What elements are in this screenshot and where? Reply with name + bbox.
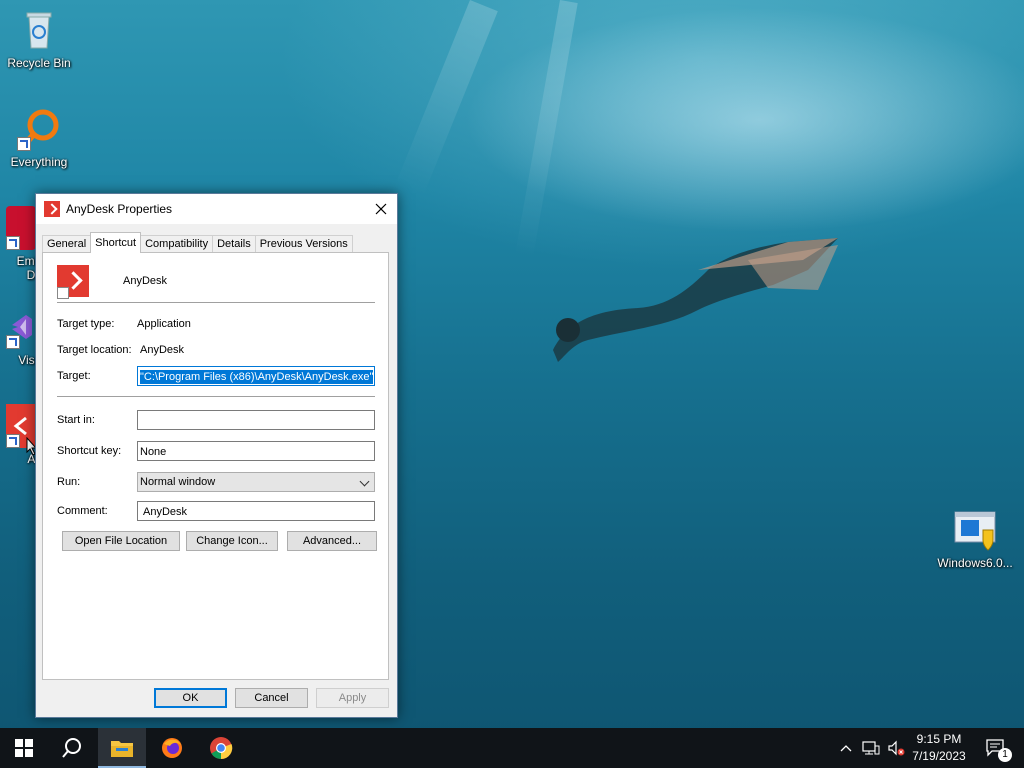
shortcut-arrow-icon (17, 137, 31, 151)
target-location-label: Target location: (57, 344, 132, 356)
network-button[interactable] (858, 728, 884, 768)
apply-button[interactable]: Apply (316, 688, 389, 708)
windows-logo-icon (15, 739, 33, 757)
tab-strip: General Shortcut Compatibility Details P… (42, 232, 353, 253)
chrome-icon (210, 737, 233, 760)
taskbar-file-explorer[interactable] (98, 728, 146, 768)
start-button[interactable] (0, 728, 48, 768)
divider (57, 396, 375, 397)
advanced-button[interactable]: Advanced... (287, 531, 377, 551)
wallpaper-diver (553, 238, 838, 362)
comment-label: Comment: (57, 505, 108, 517)
tab-details[interactable]: Details (212, 235, 256, 253)
visual-studio-icon (0, 305, 36, 349)
dialog-title: AnyDesk Properties (66, 202, 173, 216)
desktop-icon-label: Windows6.0... (937, 556, 1013, 570)
shortcut-arrow-icon (57, 287, 69, 299)
tab-shortcut[interactable]: Shortcut (90, 232, 142, 253)
taskbar: 9:15 PM 7/19/2023 1 (0, 728, 1024, 768)
dialog-titlebar[interactable]: AnyDesk Properties (36, 194, 397, 224)
start-in-label: Start in: (57, 414, 95, 426)
chevron-up-icon (840, 745, 852, 752)
desktop-icon-recycle-bin[interactable]: Recycle Bin (1, 8, 77, 70)
network-icon (862, 741, 880, 755)
shortcut-arrow-icon (6, 335, 20, 349)
windows-update-package-icon (953, 508, 997, 552)
light-ray (514, 0, 578, 260)
action-center-button[interactable]: 1 (976, 728, 1016, 768)
chevron-down-icon (359, 476, 370, 487)
target-field-value: "C:\Program Files (x86)\AnyDesk\AnyDesk.… (140, 370, 374, 384)
clock-time: 9:15 PM (916, 732, 962, 746)
shortcut-key-field[interactable]: None (137, 441, 375, 461)
desktop-icon-label: Recycle Bin (7, 56, 71, 70)
run-select[interactable]: Normal window (137, 472, 375, 492)
tab-compatibility[interactable]: Compatibility (140, 235, 214, 253)
notification-badge: 1 (998, 748, 1012, 762)
anydesk-icon (44, 201, 60, 217)
cancel-button[interactable]: Cancel (235, 688, 308, 708)
volume-button[interactable] (884, 728, 908, 768)
desktop-icon-label: Everything (10, 155, 68, 169)
shortcut-panel: AnyDesk Target type: Application Target … (42, 252, 389, 680)
comment-field[interactable]: AnyDesk (137, 501, 375, 521)
ok-button[interactable]: OK (154, 688, 227, 708)
embarcadero-icon (0, 206, 36, 250)
target-location-value: AnyDesk (140, 344, 185, 356)
show-hidden-icons-button[interactable] (834, 728, 858, 768)
recycle-bin-icon (17, 8, 61, 52)
run-select-value: Normal window (140, 476, 216, 488)
shortcut-key-label: Shortcut key: (57, 445, 122, 457)
search-button[interactable] (48, 728, 96, 768)
volume-muted-icon (888, 740, 905, 756)
target-field[interactable]: "C:\Program Files (x86)\AnyDesk\AnyDesk.… (137, 366, 375, 386)
folder-icon (111, 741, 133, 757)
search-icon (62, 738, 81, 758)
target-type-label: Target type: (57, 318, 115, 330)
app-name: AnyDesk (123, 275, 168, 287)
start-in-field[interactable] (137, 410, 375, 430)
firefox-icon (162, 738, 182, 758)
target-type-value: Application (137, 318, 191, 330)
run-label: Run: (57, 476, 81, 488)
close-button[interactable] (365, 194, 397, 224)
taskbar-firefox[interactable] (148, 728, 196, 768)
everything-search-icon (17, 107, 61, 151)
properties-dialog: AnyDesk Properties General Shortcut Comp… (35, 193, 398, 718)
desktop-icon-windows-update[interactable]: Windows6.0... (935, 508, 1015, 570)
target-label: Target: (57, 370, 91, 382)
shortcut-arrow-icon (6, 434, 20, 448)
light-ray (395, 0, 498, 197)
desktop-icon-everything[interactable]: Everything (1, 107, 77, 169)
taskbar-chrome[interactable] (197, 728, 245, 768)
tab-previous-versions[interactable]: Previous Versions (254, 235, 353, 253)
open-file-location-button[interactable]: Open File Location (62, 531, 180, 551)
clock[interactable]: 9:15 PM 7/19/2023 (908, 732, 970, 763)
shortcut-arrow-icon (6, 236, 20, 250)
change-icon-button[interactable]: Change Icon... (186, 531, 278, 551)
tab-general[interactable]: General (42, 235, 92, 253)
clock-date: 7/19/2023 (912, 749, 966, 763)
divider (57, 302, 375, 303)
anydesk-icon (57, 265, 89, 299)
close-icon (375, 203, 387, 215)
